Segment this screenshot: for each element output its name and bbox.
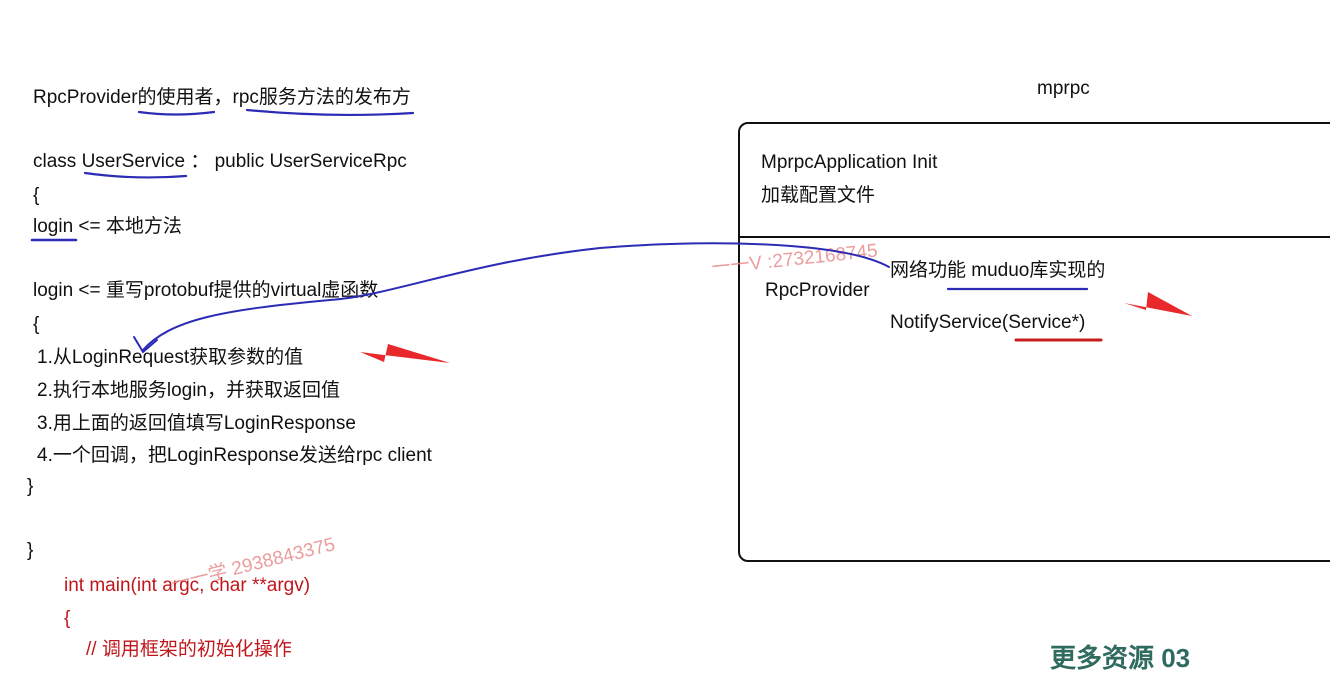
blue-underlines bbox=[30, 108, 1103, 354]
red-arrow-left bbox=[360, 344, 450, 363]
red-arrows bbox=[360, 292, 1192, 363]
red-arrow-right bbox=[1124, 292, 1192, 316]
annotation-layer bbox=[30, 108, 1192, 363]
underline-provider-user bbox=[137, 110, 216, 116]
underline-userservice bbox=[83, 171, 188, 179]
underline-rpc-publisher bbox=[245, 108, 415, 117]
connection-curve bbox=[142, 242, 890, 351]
